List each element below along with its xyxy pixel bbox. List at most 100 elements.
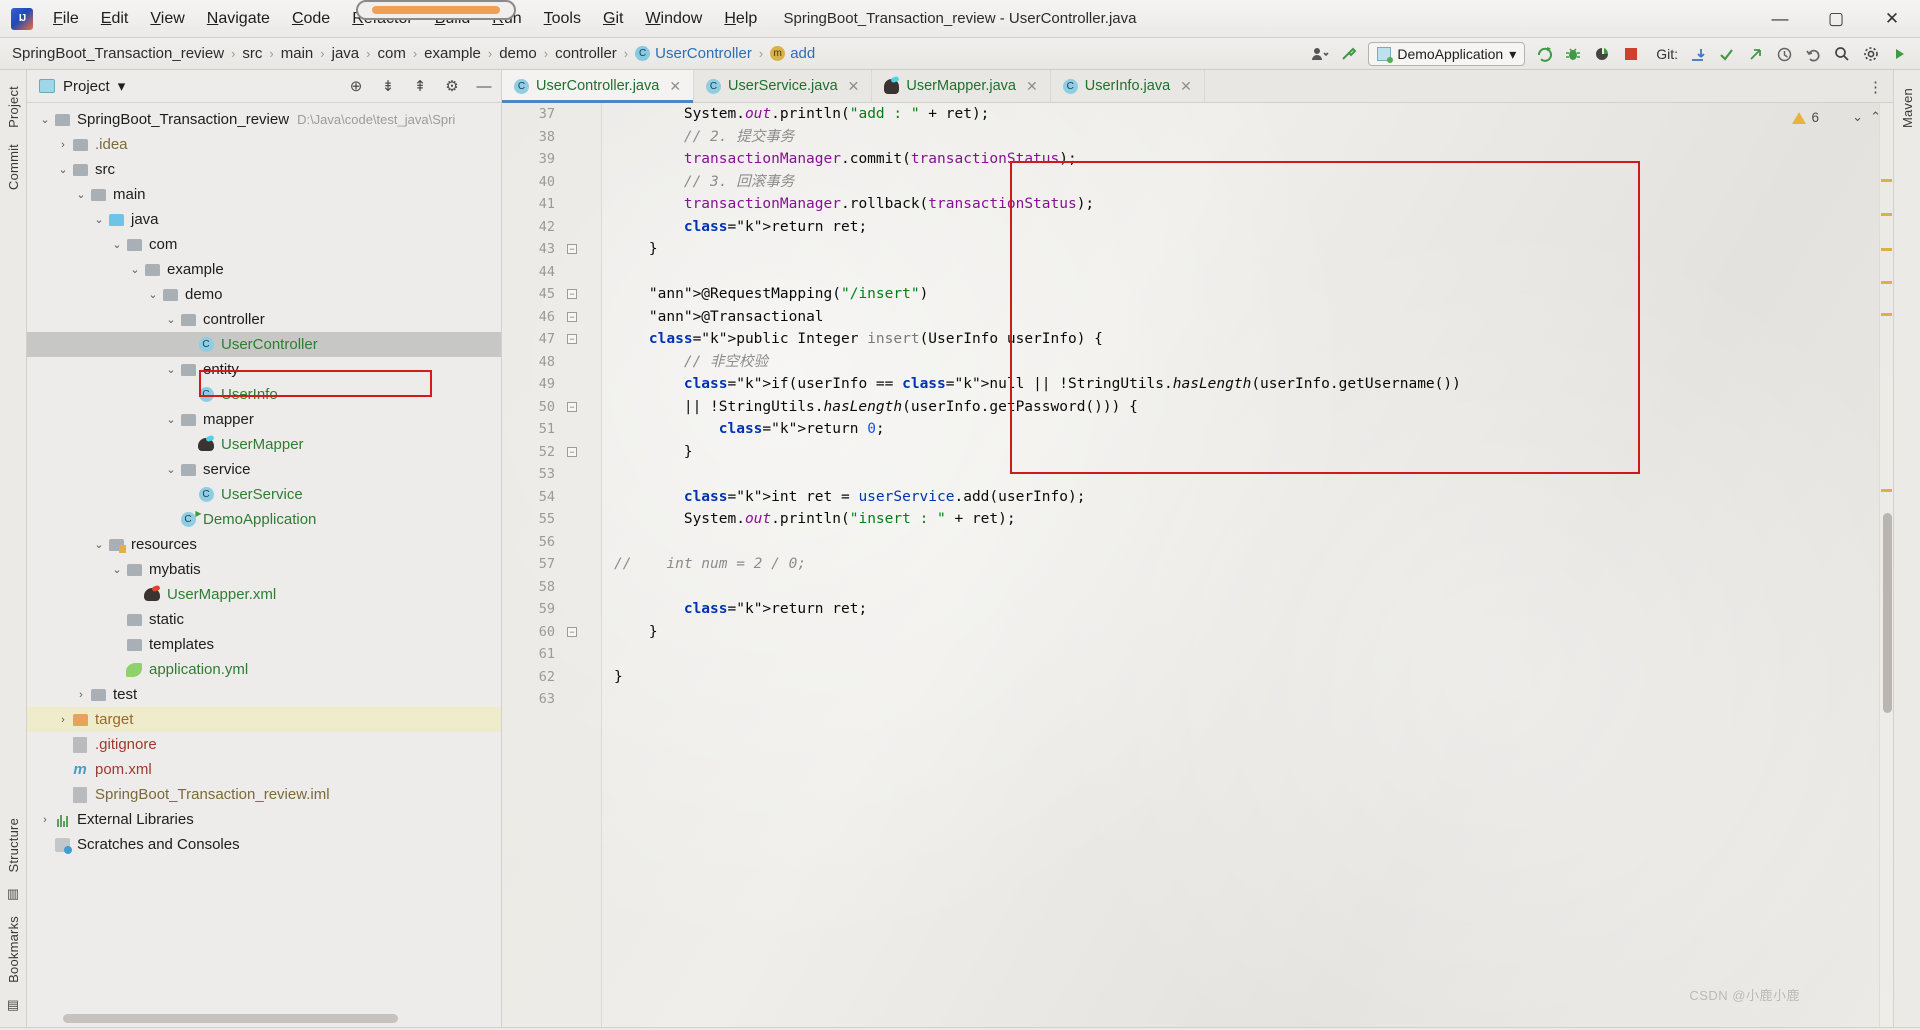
inspection-widget[interactable]: 6 [1792, 110, 1819, 125]
tree-arrow-icon[interactable]: ⌄ [91, 213, 107, 226]
tree-arrow-icon[interactable]: ⌄ [91, 538, 107, 551]
code-line[interactable]: } [614, 441, 1879, 464]
menu-navigate[interactable]: Navigate [197, 6, 280, 32]
tree-node-springboot-transaction-review-iml[interactable]: ›SpringBoot_Transaction_review.iml [27, 782, 501, 807]
code-line[interactable]: // 非空校验 [614, 351, 1879, 374]
tree-node-mybatis[interactable]: ⌄ mybatis [27, 557, 501, 582]
menu-edit[interactable]: Edit [91, 6, 139, 32]
code-line[interactable]: class="k">return 0; [614, 418, 1879, 441]
code-line[interactable]: class="k">if(userInfo == class="k">null … [614, 373, 1879, 396]
code-fold-icon[interactable]: − [567, 446, 577, 457]
line-number-gutter[interactable]: 37 38 39 40 41 42 43 − 44 45 − 46 − 47 − 48 49 50 − 51 52 − 53… [502, 103, 602, 1027]
editor-tabs-actions[interactable]: ⋮ [1868, 70, 1883, 103]
tree-node-static[interactable]: ›static [27, 607, 501, 632]
editor-tab-userservice-java[interactable]: C UserService.java ✕ [694, 70, 873, 102]
git-update-icon[interactable] [1687, 44, 1707, 64]
code-line[interactable] [614, 531, 1879, 554]
menu-tools[interactable]: Tools [534, 6, 591, 32]
code-fold-icon[interactable]: − [567, 244, 577, 254]
tree-node-usercontroller[interactable]: ›CUserController [27, 332, 501, 357]
code-line[interactable]: } [614, 666, 1879, 689]
breadcrumb-src[interactable]: src [242, 45, 262, 62]
tree-node-usermapper[interactable]: ›UserMapper [27, 432, 501, 457]
code-editor[interactable]: 37 38 39 40 41 42 43 − 44 45 − 46 − 47 − 48 49 50 − 51 52 − 53… [502, 103, 1893, 1027]
gear-icon[interactable]: ⚙ [443, 77, 461, 95]
rail-tab-project[interactable]: Project [4, 78, 23, 136]
tree-node-controller[interactable]: ⌄ controller [27, 307, 501, 332]
tree-node-entity[interactable]: ⌄ entity [27, 357, 501, 382]
close-icon[interactable]: ✕ [1026, 78, 1038, 95]
minimize-button[interactable]: — [1752, 0, 1808, 38]
breadcrumb-class[interactable]: UserController [655, 45, 752, 62]
project-horizontal-scrollbar[interactable] [63, 1014, 398, 1023]
scroll-from-source-icon[interactable]: ⊕ [347, 77, 365, 95]
close-icon[interactable]: ✕ [669, 78, 681, 95]
code-line[interactable]: System.out.println("add : " + ret); [614, 103, 1879, 126]
code-line[interactable] [614, 463, 1879, 486]
tree-node-test[interactable]: › test [27, 682, 501, 707]
breadcrumb-example[interactable]: example [424, 45, 481, 62]
tree-arrow-icon[interactable]: ⌄ [109, 238, 125, 251]
git-push-icon[interactable] [1745, 44, 1765, 64]
rail-tab-commit[interactable]: Commit [4, 136, 23, 198]
breadcrumb-controller[interactable]: controller [555, 45, 617, 62]
code-line[interactable]: } [614, 238, 1879, 261]
git-commit-icon[interactable] [1716, 44, 1736, 64]
breadcrumb-project[interactable]: SpringBoot_Transaction_review [12, 45, 224, 62]
breadcrumb-method[interactable]: add [790, 45, 815, 62]
code-line[interactable]: transactionManager.commit(transactionSta… [614, 148, 1879, 171]
breadcrumb-main[interactable]: main [281, 45, 314, 62]
coverage-icon[interactable] [1592, 44, 1612, 64]
code-line[interactable]: System.out.println("insert : " + ret); [614, 508, 1879, 531]
menu-help[interactable]: Help [714, 6, 767, 32]
code-fold-icon[interactable]: − [567, 626, 577, 637]
tree-node-example[interactable]: ⌄ example [27, 257, 501, 282]
tree-arrow-icon[interactable]: › [73, 689, 89, 701]
search-icon[interactable] [1832, 44, 1852, 64]
code-line[interactable]: class="k">return ret; [614, 216, 1879, 239]
tree-node-application-yml[interactable]: ›application.yml [27, 657, 501, 682]
menu-git[interactable]: Git [593, 6, 633, 32]
tree-node--gitignore[interactable]: ›.gitignore [27, 732, 501, 757]
history-icon[interactable] [1774, 44, 1794, 64]
tree-arrow-icon[interactable]: ⌄ [163, 463, 179, 476]
code-fold-icon[interactable]: − [567, 334, 577, 344]
plugins-icon[interactable] [1890, 44, 1910, 64]
code-line[interactable]: transactionManager.rollback(transactionS… [614, 193, 1879, 216]
editor-tab-usermapper-java[interactable]: UserMapper.java ✕ [872, 70, 1051, 102]
tree-node-resources[interactable]: ⌄ resources [27, 532, 501, 557]
breadcrumb-demo[interactable]: demo [499, 45, 537, 62]
tree-node-userservice[interactable]: ›CUserService [27, 482, 501, 507]
tree-arrow-icon[interactable]: ⌄ [127, 263, 143, 276]
chevron-down-icon[interactable]: ▾ [1509, 46, 1516, 63]
code-line[interactable] [614, 576, 1879, 599]
tree-node-usermapper-xml[interactable]: ›UserMapper.xml [27, 582, 501, 607]
code-line[interactable]: "ann">@RequestMapping("/insert") [614, 283, 1879, 306]
window-controls[interactable]: — ▢ ✕ [1752, 0, 1920, 38]
project-tree[interactable]: ⌄ SpringBoot_Transaction_review D:\Java\co… [27, 103, 501, 1027]
tree-node-scratches-and-consoles[interactable]: ›Scratches and Consoles [27, 832, 501, 857]
right-tool-rail[interactable]: Maven [1893, 70, 1920, 1027]
code-line[interactable]: "ann">@Transactional [614, 306, 1879, 329]
run-icon[interactable] [1534, 44, 1554, 64]
tree-node-demoapplication[interactable]: ›C▶DemoApplication [27, 507, 501, 532]
code-line[interactable]: // 2. 提交事务 [614, 126, 1879, 149]
stop-icon[interactable] [1621, 44, 1641, 64]
rail-tab-structure[interactable]: Structure [4, 810, 23, 881]
code-fold-icon[interactable]: − [567, 311, 577, 322]
tree-arrow-icon[interactable]: ⌄ [55, 163, 71, 176]
code-line[interactable] [614, 688, 1879, 711]
code-line[interactable]: class="k">int ret = userService.add(user… [614, 486, 1879, 509]
menu-file[interactable]: File [43, 6, 89, 32]
tree-node-service[interactable]: ⌄ service [27, 457, 501, 482]
menu-view[interactable]: View [140, 6, 194, 32]
breadcrumb-java[interactable]: java [332, 45, 360, 62]
code-line[interactable]: // int num = 2 / 0; [614, 553, 1879, 576]
code-line[interactable]: class="k">return ret; [614, 598, 1879, 621]
code-fold-icon[interactable]: − [567, 289, 577, 299]
close-icon[interactable]: ✕ [848, 78, 860, 95]
tree-node-springboot-transaction-review[interactable]: ⌄ SpringBoot_Transaction_review D:\Java\co… [27, 107, 501, 132]
tree-node-templates[interactable]: ›templates [27, 632, 501, 657]
error-stripe-markers[interactable] [1879, 103, 1893, 1027]
code-line[interactable] [614, 261, 1879, 284]
